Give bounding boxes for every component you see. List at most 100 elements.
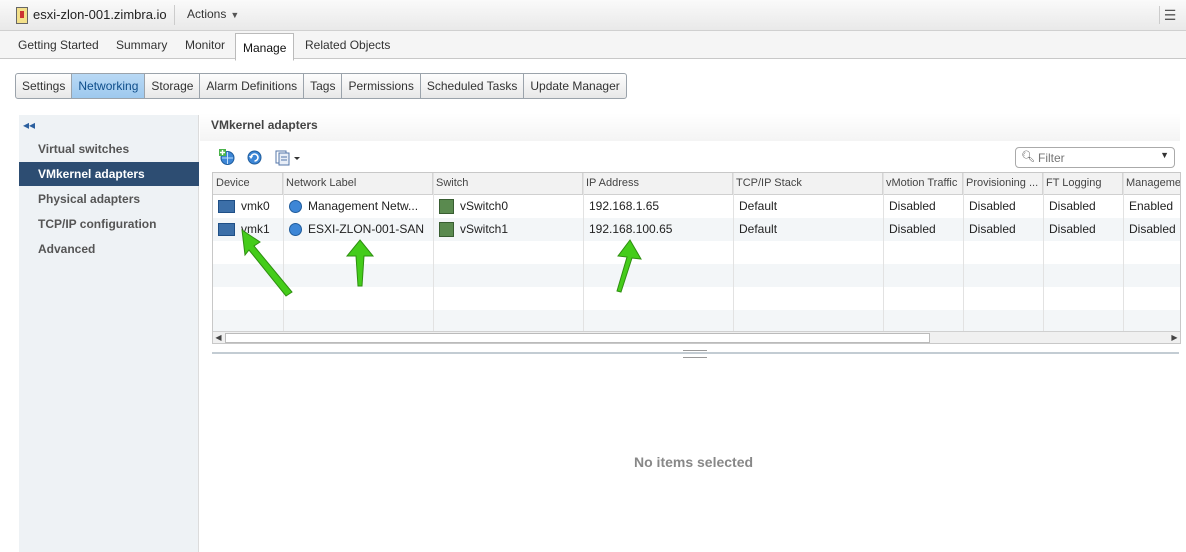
refresh-icon[interactable] <box>246 149 263 166</box>
column-header-provisioning[interactable]: Provisioning ... <box>963 173 1043 194</box>
sidebar-item-advanced[interactable]: Advanced <box>19 237 199 261</box>
horizontal-scrollbar[interactable]: ◀ ▶ <box>213 331 1180 343</box>
column-divider <box>283 173 284 343</box>
empty-row <box>213 310 1180 332</box>
network-label: Management Netw... <box>308 199 419 213</box>
page-title: VMkernel adapters <box>211 118 318 132</box>
subtab-settings[interactable]: Settings <box>16 74 73 98</box>
vmotion-cell: Disabled <box>889 222 936 236</box>
column-divider <box>583 173 584 343</box>
subtab-alarm-definitions[interactable]: Alarm Definitions <box>200 74 305 98</box>
column-header-network-label[interactable]: Network Label <box>283 173 433 194</box>
more-actions-icon[interactable] <box>275 149 301 166</box>
empty-row <box>213 264 1180 287</box>
column-header-ip-address[interactable]: IP Address <box>583 173 733 194</box>
filter-input[interactable] <box>1036 149 1158 166</box>
main-tabs: Getting Started Summary Monitor Manage R… <box>0 31 1186 61</box>
content-header <box>200 113 1180 141</box>
sidebar-item-tcpip-configuration[interactable]: TCP/IP configuration <box>19 212 199 236</box>
network-icon <box>289 200 302 214</box>
switch-icon <box>439 199 454 215</box>
management-cell: Enabled <box>1129 199 1174 213</box>
device-cell: vmk0 <box>213 195 283 218</box>
switch-name: vSwitch0 <box>460 199 509 213</box>
subtab-storage[interactable]: Storage <box>145 74 201 98</box>
column-header-management[interactable]: Manageme <box>1123 173 1180 194</box>
sub-tabs: Settings Networking Storage Alarm Defini… <box>15 73 627 99</box>
subtab-scheduled-tasks[interactable]: Scheduled Tasks <box>421 74 525 98</box>
column-divider <box>433 173 434 343</box>
column-divider <box>733 173 734 343</box>
table-row[interactable]: vmk0 Management Netw... vSwitch0 192.168… <box>213 195 1180 218</box>
device-name: vmk1 <box>241 222 270 236</box>
subtab-networking[interactable]: Networking <box>72 74 146 98</box>
subtab-update-manager[interactable]: Update Manager <box>524 74 625 98</box>
vmotion-cell: Disabled <box>889 199 936 213</box>
network-label-cell: Management Netw... <box>283 195 433 218</box>
column-header-tcpip-stack[interactable]: TCP/IP Stack <box>733 173 883 194</box>
chevron-down-icon[interactable]: ▼ <box>1160 150 1169 160</box>
ip-address-cell: 192.168.1.65 <box>589 199 660 213</box>
tab-monitor[interactable]: Monitor <box>185 38 225 52</box>
tcpip-stack-cell: Default <box>739 199 778 213</box>
management-cell: Disabled <box>1129 222 1176 236</box>
ft-logging-cell: Disabled <box>1049 222 1096 236</box>
actions-menu-button[interactable]: Actions ▼ <box>187 7 239 21</box>
menu-icon[interactable]: ☰ <box>1159 6 1180 24</box>
subtab-tags[interactable]: Tags <box>304 74 343 98</box>
sidebar-item-virtual-switches[interactable]: Virtual switches <box>19 137 199 161</box>
nic-icon <box>218 223 235 237</box>
network-label: ESXI-ZLON-001-SAN <box>308 222 425 236</box>
add-networking-icon[interactable] <box>219 149 236 166</box>
tab-getting-started[interactable]: Getting Started <box>18 38 99 52</box>
vmkernel-adapters-table: Device Network Label Switch IP Address T… <box>212 172 1181 344</box>
switch-cell: vSwitch1 <box>433 218 583 241</box>
collapse-icon[interactable]: ◂◂ <box>23 118 35 132</box>
search-icon: 🔍︎ <box>1021 151 1035 163</box>
splitter-handle[interactable] <box>683 350 707 358</box>
sidebar-item-vmkernel-adapters[interactable]: VMkernel adapters <box>19 162 199 186</box>
column-header-switch[interactable]: Switch <box>433 173 583 194</box>
scroll-right-icon[interactable]: ▶ <box>1169 332 1180 343</box>
column-header-ft-logging[interactable]: FT Logging <box>1043 173 1123 194</box>
sidebar: ◂◂ Virtual switches VMkernel adapters Ph… <box>19 115 199 552</box>
tab-summary[interactable]: Summary <box>116 38 167 52</box>
host-name: esxi-zlon-001.zimbra.io <box>33 7 167 22</box>
device-cell: vmk1 <box>213 218 283 241</box>
network-label-cell: ESXI-ZLON-001-SAN <box>283 218 433 241</box>
table-row[interactable]: vmk1 ESXI-ZLON-001-SAN vSwitch1 192.168.… <box>213 218 1180 241</box>
subtab-permissions[interactable]: Permissions <box>342 74 421 98</box>
ft-logging-cell: Disabled <box>1049 199 1096 213</box>
tab-related-objects[interactable]: Related Objects <box>305 38 390 52</box>
switch-name: vSwitch1 <box>460 222 509 236</box>
column-header-vmotion-traffic[interactable]: vMotion Traffic <box>883 173 963 194</box>
title-bar: esxi-zlon-001.zimbra.io Actions ▼ ☰ <box>0 0 1186 31</box>
tcpip-stack-cell: Default <box>739 222 778 236</box>
ip-address-cell: 192.168.100.65 <box>589 222 673 236</box>
device-name: vmk0 <box>241 199 270 213</box>
provisioning-cell: Disabled <box>969 222 1016 236</box>
chevron-down-icon: ▼ <box>230 10 240 20</box>
column-divider <box>1043 173 1044 343</box>
column-divider <box>1123 173 1124 343</box>
host-icon <box>16 7 28 24</box>
actions-label: Actions <box>187 7 227 21</box>
nic-icon <box>218 200 235 214</box>
switch-icon <box>439 222 454 238</box>
empty-row <box>213 287 1180 310</box>
column-header-device[interactable]: Device <box>213 173 283 194</box>
provisioning-cell: Disabled <box>969 199 1016 213</box>
sidebar-item-physical-adapters[interactable]: Physical adapters <box>19 187 199 211</box>
filter-box[interactable]: 🔍︎ ▼ <box>1015 147 1175 168</box>
tab-manage[interactable]: Manage <box>235 33 295 61</box>
network-icon <box>289 223 302 237</box>
scrollbar-thumb[interactable] <box>225 333 930 343</box>
no-items-message: No items selected <box>634 454 754 470</box>
table-header: Device Network Label Switch IP Address T… <box>213 173 1180 195</box>
column-divider <box>963 173 964 343</box>
column-divider <box>883 173 884 343</box>
scroll-left-icon[interactable]: ◀ <box>213 332 224 343</box>
title-separator <box>174 5 175 25</box>
empty-row <box>213 241 1180 264</box>
switch-cell: vSwitch0 <box>433 195 583 218</box>
